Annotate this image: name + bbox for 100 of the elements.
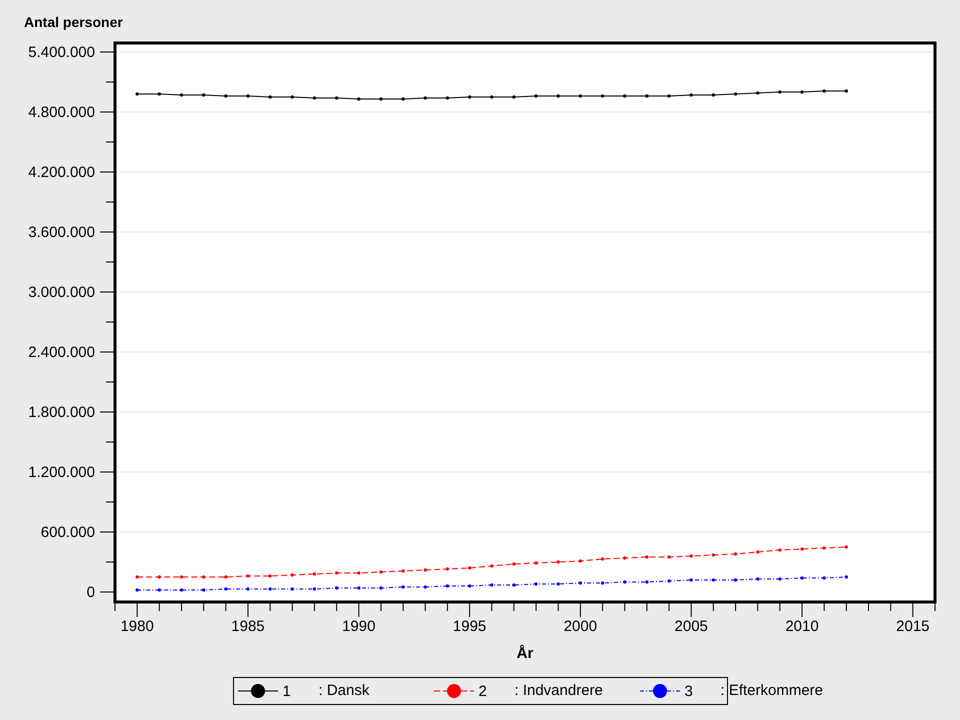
data-point (402, 585, 405, 589)
data-point (180, 93, 184, 97)
data-point (136, 92, 139, 96)
data-point (490, 95, 494, 99)
axis-tick-label: 4.200.000 (28, 164, 95, 181)
data-point (158, 575, 161, 579)
data-point (734, 552, 738, 556)
data-point (756, 91, 760, 95)
data-point (690, 93, 693, 97)
data-point (268, 587, 272, 591)
data-point (268, 95, 272, 99)
data-point (379, 586, 383, 590)
data-point (534, 94, 538, 98)
data-point (756, 550, 760, 554)
data-point (822, 576, 826, 580)
data-point (468, 584, 472, 588)
axis-tick-label: 1.800.000 (28, 404, 95, 421)
data-point (534, 561, 538, 565)
axis-tick-label: 2010 (785, 618, 819, 635)
data-point (645, 555, 648, 559)
axis-title: År (516, 645, 534, 662)
data-point (246, 574, 250, 578)
data-point (578, 581, 582, 585)
data-point (424, 568, 427, 572)
data-point (468, 95, 472, 99)
data-point (468, 566, 472, 570)
axis-tick-label: 2000 (564, 618, 598, 635)
data-point (645, 94, 648, 98)
data-point (246, 94, 250, 98)
data-point (623, 556, 626, 560)
data-point (290, 573, 294, 577)
data-point (534, 582, 538, 586)
data-point (490, 564, 494, 568)
legend-label: : Efterkommere (720, 682, 824, 699)
legend-number: 1 (282, 682, 292, 700)
data-point (357, 97, 360, 101)
axis-tick-label: 1995 (452, 618, 486, 635)
data-point (136, 575, 139, 579)
legend-marker-icon (434, 683, 474, 699)
data-point (490, 583, 494, 587)
chart-title: Antal personer (24, 14, 123, 30)
data-point (556, 94, 560, 98)
data-point (844, 545, 848, 549)
data-point (712, 93, 715, 97)
data-point (379, 570, 383, 574)
data-point (645, 580, 648, 584)
data-point (578, 94, 582, 98)
data-point (312, 587, 316, 591)
axis-tick-label: 4.800.000 (28, 104, 95, 121)
data-point (512, 562, 516, 566)
data-point (335, 96, 338, 100)
data-point (202, 575, 206, 579)
data-point (778, 577, 782, 581)
data-point (446, 567, 450, 571)
data-point (800, 547, 804, 551)
data-point (158, 92, 161, 96)
data-point (800, 576, 804, 580)
data-point (667, 555, 671, 559)
axis-tick-label: 1980 (120, 618, 154, 635)
data-point (756, 577, 760, 581)
data-point (512, 583, 516, 587)
data-point (623, 580, 626, 584)
data-point (822, 89, 826, 93)
data-point (822, 546, 826, 550)
data-point (180, 588, 184, 592)
data-point (402, 569, 405, 573)
data-point (712, 553, 715, 557)
data-point (180, 575, 184, 579)
data-point (268, 574, 272, 578)
axis-tick-label: 2.400.000 (28, 344, 95, 361)
data-point (224, 94, 228, 98)
legend-label: : Indvandrere (514, 682, 603, 699)
data-point (335, 586, 338, 590)
data-point (712, 578, 715, 582)
legend-label: : Dansk (318, 682, 370, 699)
data-point (224, 575, 228, 579)
axis-tick-label: 2005 (674, 618, 708, 635)
axis-tick-label: 1985 (231, 618, 265, 635)
data-point (667, 94, 671, 98)
data-point (734, 92, 738, 96)
data-point (158, 588, 161, 592)
data-point (335, 571, 338, 575)
data-point (600, 581, 604, 585)
data-point (224, 587, 228, 591)
legend-marker-icon (640, 683, 680, 699)
data-point (600, 557, 604, 561)
axis-tick-label: 600.000 (40, 524, 95, 541)
data-point (312, 572, 316, 576)
data-point (246, 587, 250, 591)
data-point (202, 588, 206, 592)
data-point (446, 96, 450, 100)
axis-tick-label: 5.400.000 (28, 44, 95, 61)
axis-tick-label: 0 (86, 584, 95, 601)
data-point (800, 90, 804, 94)
data-point (667, 579, 671, 583)
data-point (446, 584, 450, 588)
axis-tick-label: 2015 (896, 618, 930, 635)
data-point (202, 93, 206, 97)
data-point (778, 548, 782, 552)
data-point (844, 89, 848, 93)
